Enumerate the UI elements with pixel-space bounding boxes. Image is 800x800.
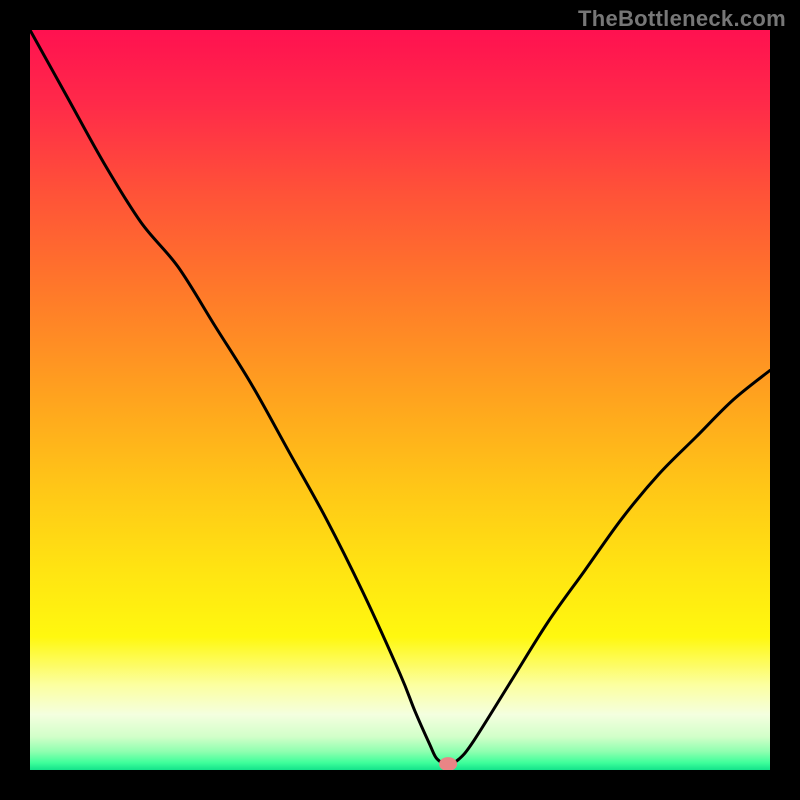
chart-frame: TheBottleneck.com xyxy=(0,0,800,800)
plot-area xyxy=(30,30,770,770)
gradient-background xyxy=(30,30,770,770)
bottleneck-chart xyxy=(30,30,770,770)
watermark-label: TheBottleneck.com xyxy=(578,6,786,32)
